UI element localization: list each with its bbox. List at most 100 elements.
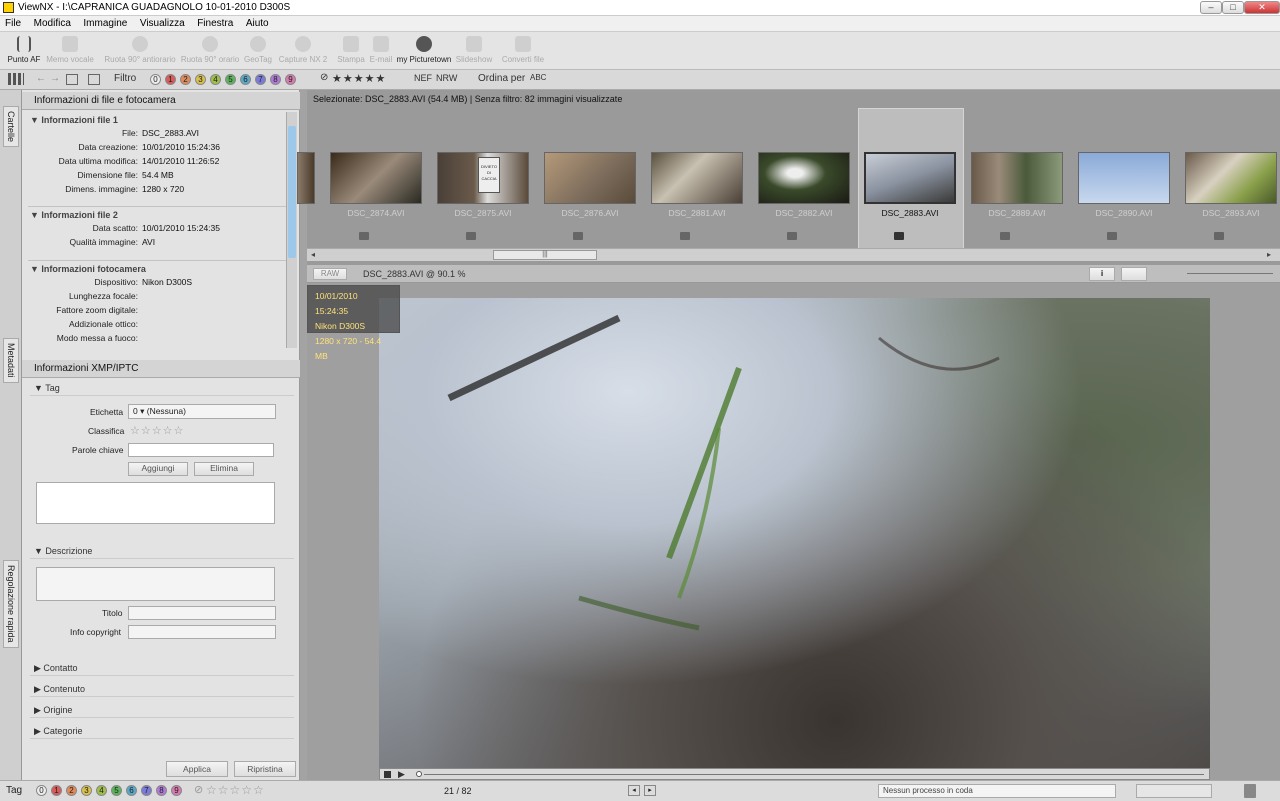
- tag-label-2[interactable]: 2: [66, 785, 77, 796]
- picturetown-button[interactable]: my Picturetown: [394, 36, 454, 64]
- rating-stars[interactable]: ☆☆☆☆☆: [130, 424, 184, 437]
- title-input[interactable]: [128, 606, 276, 620]
- filter-label-5[interactable]: 5: [225, 74, 236, 85]
- origin-section-header[interactable]: ▶ Origine: [30, 702, 294, 718]
- maximize-button[interactable]: □: [1222, 1, 1244, 14]
- tab-folders[interactable]: Cartelle: [3, 106, 19, 148]
- apply-button[interactable]: Applica: [166, 761, 228, 777]
- filter-label-1[interactable]: 1: [165, 74, 176, 85]
- tab-metadata[interactable]: Metadati: [3, 338, 19, 383]
- minimize-button[interactable]: –: [1200, 1, 1222, 14]
- info-overlay-button[interactable]: i: [1089, 267, 1115, 281]
- thumbnail-1[interactable]: DIVIETO DI CACCIA: [437, 152, 529, 204]
- thumbnail-7[interactable]: [1078, 152, 1170, 204]
- info-scrollbar[interactable]: [286, 112, 297, 348]
- xmp-panel-header[interactable]: Informazioni XMP/IPTC: [22, 360, 300, 378]
- tab-quick-adjust[interactable]: Regolazione rapida: [3, 560, 19, 648]
- label-select[interactable]: 0 ▾ (Nessuna): [128, 404, 276, 419]
- file-info-1-header[interactable]: ▼ Informazioni file 1: [30, 115, 118, 125]
- categories-section-header[interactable]: ▶ Categorie: [30, 723, 294, 739]
- thumbnail-0[interactable]: [330, 152, 422, 204]
- zoom-slider[interactable]: [1187, 273, 1273, 274]
- keywords-input[interactable]: [128, 443, 274, 457]
- thumbnail-8[interactable]: [1185, 152, 1277, 204]
- thumbnail-2[interactable]: [544, 152, 636, 204]
- tag-label-1[interactable]: 1: [51, 785, 62, 796]
- tag-label-4[interactable]: 4: [96, 785, 107, 796]
- thumbnail-5[interactable]: [864, 152, 956, 204]
- description-textarea[interactable]: [36, 567, 275, 601]
- sort-abc-icon[interactable]: ABC: [530, 73, 546, 82]
- email-button[interactable]: E-mail: [366, 36, 396, 64]
- voice-memo-button[interactable]: Memo vocale: [44, 36, 96, 64]
- convert-files-button[interactable]: Converti file: [500, 36, 546, 64]
- af-point-button[interactable]: Punto AF: [4, 36, 44, 64]
- print-button[interactable]: Stampa: [336, 36, 366, 64]
- tag-label-6[interactable]: 6: [126, 785, 137, 796]
- seek-handle[interactable]: [416, 771, 422, 777]
- raw-button[interactable]: RAW: [313, 268, 347, 280]
- play-icon[interactable]: ▶: [398, 769, 405, 780]
- file-info-2-header[interactable]: ▼ Informazioni file 2: [30, 210, 118, 220]
- filter-label-3[interactable]: 3: [195, 74, 206, 85]
- tag-label-9[interactable]: 9: [171, 785, 182, 796]
- rating-filter-stars[interactable]: ★★★★★: [332, 72, 386, 85]
- scroll-left-icon[interactable]: ◂: [311, 250, 315, 259]
- tag-label-5[interactable]: 5: [111, 785, 122, 796]
- info-scroll-thumb[interactable]: [288, 126, 296, 258]
- tag-label-0[interactable]: 0: [36, 785, 47, 796]
- filter-label-6[interactable]: 6: [240, 74, 251, 85]
- tag-label-7[interactable]: 7: [141, 785, 152, 796]
- menu-modifica[interactable]: Modifica: [29, 16, 76, 31]
- filter-label-8[interactable]: 8: [270, 74, 281, 85]
- scroll-thumb[interactable]: |||: [493, 250, 597, 260]
- tag-label-8[interactable]: 8: [156, 785, 167, 796]
- keywords-list[interactable]: [36, 482, 275, 524]
- close-button[interactable]: ✕: [1244, 1, 1280, 14]
- contact-section-header[interactable]: ▶ Contatto: [30, 660, 294, 676]
- thumbnail-4[interactable]: [758, 152, 850, 204]
- rotate-cw-button[interactable]: Ruota 90° orario: [178, 36, 242, 64]
- prev-image-button[interactable]: ◂: [628, 785, 640, 796]
- tag-section-header[interactable]: ▼ Tag: [30, 380, 294, 396]
- menu-immagine[interactable]: Immagine: [78, 16, 132, 31]
- forward-arrow-icon[interactable]: →: [50, 73, 60, 84]
- tag-label-3[interactable]: 3: [81, 785, 92, 796]
- trash-icon[interactable]: [1244, 784, 1256, 798]
- camera-info-header[interactable]: ▼ Informazioni fotocamera: [30, 264, 146, 274]
- view-mode-icon[interactable]: [8, 73, 24, 85]
- back-arrow-icon[interactable]: ←: [36, 73, 46, 84]
- menu-file[interactable]: File: [0, 16, 26, 31]
- description-section-header[interactable]: ▼ Descrizione: [30, 543, 294, 559]
- slideshow-button[interactable]: Slideshow: [454, 36, 494, 64]
- thumbnail-partial[interactable]: [297, 152, 315, 204]
- content-section-header[interactable]: ▶ Contenuto: [30, 681, 294, 697]
- filter-label-9[interactable]: 9: [285, 74, 296, 85]
- process-queue-select[interactable]: Nessun processo in coda: [878, 784, 1116, 798]
- nrw-filter[interactable]: NRW: [436, 73, 457, 83]
- file-info-panel-header[interactable]: Informazioni di file e fotocamera: [22, 92, 300, 110]
- folder-up-icon[interactable]: [66, 74, 78, 85]
- no-rating-icon[interactable]: ⊘: [320, 72, 328, 83]
- no-rating-icon[interactable]: ⊘: [194, 783, 203, 796]
- menu-aiuto[interactable]: Aiuto: [241, 16, 274, 31]
- sort-menu-icon[interactable]: [88, 74, 100, 85]
- geotag-button[interactable]: GeoTag: [240, 36, 276, 64]
- add-keyword-button[interactable]: Aggiungi: [128, 462, 188, 476]
- histogram-button[interactable]: [1121, 267, 1147, 281]
- status-rating-stars[interactable]: ☆☆☆☆☆: [206, 783, 265, 797]
- scroll-right-icon[interactable]: ▸: [1267, 250, 1271, 259]
- filter-label-2[interactable]: 2: [180, 74, 191, 85]
- next-image-button[interactable]: ▸: [644, 785, 656, 796]
- thumbnail-scrollbar[interactable]: ◂ ||| ▸: [307, 248, 1280, 261]
- stop-icon[interactable]: [384, 771, 391, 778]
- reset-button[interactable]: Ripristina: [234, 761, 296, 777]
- filter-label-7[interactable]: 7: [255, 74, 266, 85]
- thumbnail-3[interactable]: [651, 152, 743, 204]
- thumbnail-6[interactable]: [971, 152, 1063, 204]
- capture-nx2-button[interactable]: Capture NX 2: [276, 36, 330, 64]
- menu-visualizza[interactable]: Visualizza: [135, 16, 190, 31]
- filter-label-4[interactable]: 4: [210, 74, 221, 85]
- menu-finestra[interactable]: Finestra: [192, 16, 238, 31]
- copyright-input[interactable]: [128, 625, 276, 639]
